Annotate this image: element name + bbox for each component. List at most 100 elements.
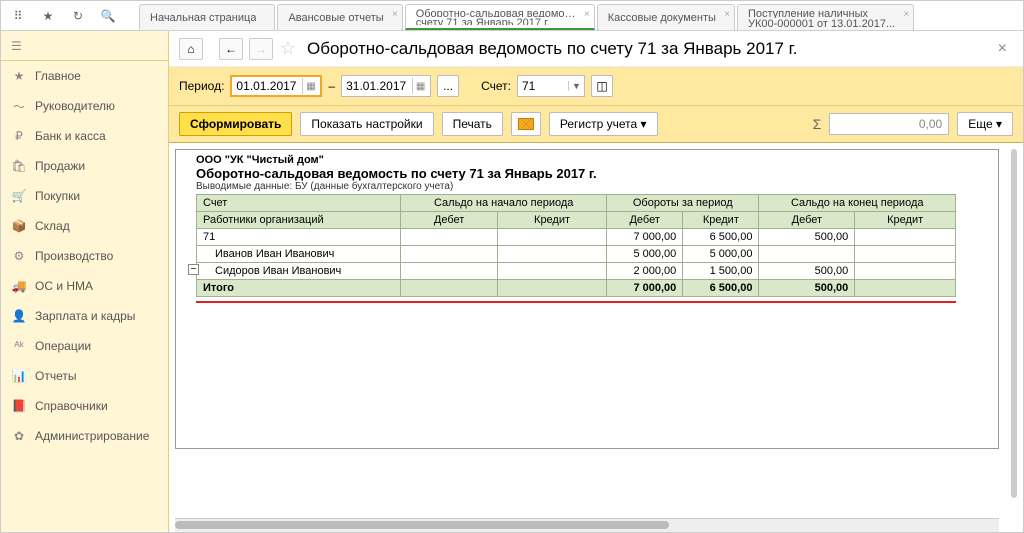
sidebar-icon: 📊 xyxy=(11,369,27,383)
sidebar-label: Склад xyxy=(35,219,70,233)
sidebar-item-1[interactable]: 〜 Руководителю xyxy=(1,91,168,121)
account-input[interactable] xyxy=(518,79,568,93)
home-button[interactable]: ⌂ xyxy=(179,38,203,60)
tab-advance[interactable]: Авансовые отчеты × xyxy=(277,4,402,30)
table-row[interactable]: Сидоров Иван Иванович2 000,001 500,00500… xyxy=(197,263,956,280)
scrollbar-h[interactable] xyxy=(175,518,999,532)
close-icon[interactable]: × xyxy=(903,9,909,20)
period-label: Период: xyxy=(179,79,224,93)
sidebar-label: Отчеты xyxy=(35,369,76,383)
sidebar-label: Зарплата и кадры xyxy=(35,309,135,323)
sidebar-icon: 🛍 xyxy=(11,159,27,173)
sidebar-label: Банк и касса xyxy=(35,129,106,143)
title-row: ⌂ ← → ☆ Оборотно-сальдовая ведомость по … xyxy=(169,31,1023,67)
more-button[interactable]: Еще ▾ xyxy=(957,112,1013,136)
calendar-icon[interactable]: ▦ xyxy=(302,78,318,94)
tab-start[interactable]: Начальная страница xyxy=(139,4,275,30)
report-org: ООО "УК "Чистый дом" xyxy=(196,154,978,166)
sidebar-item-8[interactable]: 👤 Зарплата и кадры xyxy=(1,301,168,331)
main-area: ⌂ ← → ☆ Оборотно-сальдовая ведомость по … xyxy=(169,31,1023,532)
search-icon[interactable]: 🔍 xyxy=(99,7,117,25)
mail-button[interactable] xyxy=(511,112,541,136)
sidebar-icon: 👤 xyxy=(11,309,27,323)
sidebar-icon: ★ xyxy=(11,69,27,83)
sidebar-item-7[interactable]: 🚚ОС и НМА xyxy=(1,271,168,301)
sidebar-label: ОС и НМА xyxy=(35,279,93,293)
sidebar-icon: ✿ xyxy=(11,429,27,443)
sidebar-label: Покупки xyxy=(35,189,80,203)
sidebar-icon: 🛒 xyxy=(11,189,27,203)
collapse-toggle[interactable]: − xyxy=(188,264,199,275)
sidebar-icon: ₽ xyxy=(11,129,27,143)
sidebar-item-5[interactable]: 📦 Склад xyxy=(1,211,168,241)
chevron-down-icon[interactable]: ▼ xyxy=(568,81,584,91)
sidebar-item-6[interactable]: ⚙ Производство xyxy=(1,241,168,271)
calendar-icon[interactable]: ▦ xyxy=(412,78,428,94)
date-to-wrap: ▦ xyxy=(341,75,431,97)
sidebar-item-10[interactable]: 📊 Отчеты xyxy=(1,361,168,391)
generate-button[interactable]: Сформировать xyxy=(179,112,292,136)
sidebar-label: Главное xyxy=(35,69,81,83)
mail-icon xyxy=(518,118,534,130)
history-icon[interactable]: ↻ xyxy=(69,7,87,25)
sidebar-icon: ⚙ xyxy=(11,249,27,263)
highlight-line xyxy=(196,301,956,303)
top-toolbar: ⠿ ★ ↻ 🔍 Начальная страница Авансовые отч… xyxy=(1,1,1023,31)
favorite-icon[interactable]: ☆ xyxy=(279,40,297,58)
table-row[interactable]: 717 000,006 500,00500,00 xyxy=(197,229,956,246)
sidebar-icon: 📕 xyxy=(11,399,27,413)
tab-report[interactable]: Оборотно-сальдовая ведомость по счету 71… xyxy=(405,4,595,30)
sidebar-label: Руководителю xyxy=(35,99,115,113)
sidebar-item-3[interactable]: 🛍 Продажи xyxy=(1,151,168,181)
apps-icon[interactable]: ⠿ xyxy=(9,7,27,25)
sidebar-item-4[interactable]: 🛒 Покупки xyxy=(1,181,168,211)
period-bar: Период: ▦ – ▦ ... Счет: ▼ ◫ xyxy=(169,67,1023,106)
page-title: Оборотно-сальдовая ведомость по счету 71… xyxy=(307,39,986,59)
tab-receipt[interactable]: Поступление наличных УК00-000001 от 13.0… xyxy=(737,4,914,30)
date-from-input[interactable] xyxy=(236,79,302,93)
total-row: Итого 7 000,006 500,00 500,00 xyxy=(197,280,956,297)
sidebar-item-11[interactable]: 📕 Справочники xyxy=(1,391,168,421)
period-picker-button[interactable]: ... xyxy=(437,75,459,97)
account-lookup-button[interactable]: ◫ xyxy=(591,75,613,97)
sidebar-label: Администрирование xyxy=(35,429,149,443)
star-icon[interactable]: ★ xyxy=(39,7,57,25)
sigma-icon: Σ xyxy=(813,116,822,132)
sidebar-icon: ᴬᵏ xyxy=(11,339,27,353)
report-area: ООО "УК "Чистый дом" Оборотно-сальдовая … xyxy=(169,143,1023,518)
close-button[interactable]: × xyxy=(992,40,1013,58)
tab-cash[interactable]: Кассовые документы × xyxy=(597,4,735,30)
sidebar-label: Продажи xyxy=(35,159,85,173)
action-bar: Сформировать Показать настройки Печать Р… xyxy=(169,106,1023,143)
sidebar-item-0[interactable]: ★ Главное xyxy=(1,61,168,91)
sidebar-icon: 📦 xyxy=(11,219,27,233)
sidebar-label: Справочники xyxy=(35,399,108,413)
report: ООО "УК "Чистый дом" Оборотно-сальдовая … xyxy=(175,149,999,449)
account-input-wrap: ▼ xyxy=(517,75,585,97)
sidebar-item-9[interactable]: ᴬᵏ Операции xyxy=(1,331,168,361)
close-icon[interactable]: × xyxy=(724,9,730,20)
sidebar-item-2[interactable]: ₽ Банк и касса xyxy=(1,121,168,151)
print-button[interactable]: Печать xyxy=(442,112,503,136)
table-row[interactable]: Иванов Иван Иванович5 000,005 000,00 xyxy=(197,246,956,263)
tabs-bar: Начальная страница Авансовые отчеты × Об… xyxy=(139,1,1015,30)
sidebar-item-12[interactable]: ✿ Администрирование xyxy=(1,421,168,451)
close-icon[interactable]: × xyxy=(392,9,398,20)
sidebar-label: Операции xyxy=(35,339,91,353)
report-table: Счет Сальдо на начало периода Обороты за… xyxy=(196,194,956,297)
burger-icon[interactable]: ☰ xyxy=(1,31,168,61)
date-to-input[interactable] xyxy=(346,79,412,93)
sidebar-label: Производство xyxy=(35,249,113,263)
report-title: Оборотно-сальдовая ведомость по счету 71… xyxy=(196,166,978,181)
account-label: Счет: xyxy=(481,79,511,93)
back-button[interactable]: ← xyxy=(219,38,243,60)
report-subtitle: Выводимые данные: БУ (данные бухгалтерск… xyxy=(196,181,978,192)
sidebar: ☰ ★ Главное 〜 Руководителю ₽ Банк и касса 🛍 Про… xyxy=(1,31,169,532)
close-icon[interactable]: × xyxy=(584,9,590,20)
registry-button[interactable]: Регистр учета ▾ xyxy=(549,112,658,136)
forward-button[interactable]: → xyxy=(249,38,273,60)
scrollbar-v[interactable] xyxy=(1011,149,1017,498)
settings-button[interactable]: Показать настройки xyxy=(300,112,433,136)
sidebar-icon: 〜 xyxy=(11,98,27,115)
sum-input[interactable] xyxy=(829,113,949,135)
